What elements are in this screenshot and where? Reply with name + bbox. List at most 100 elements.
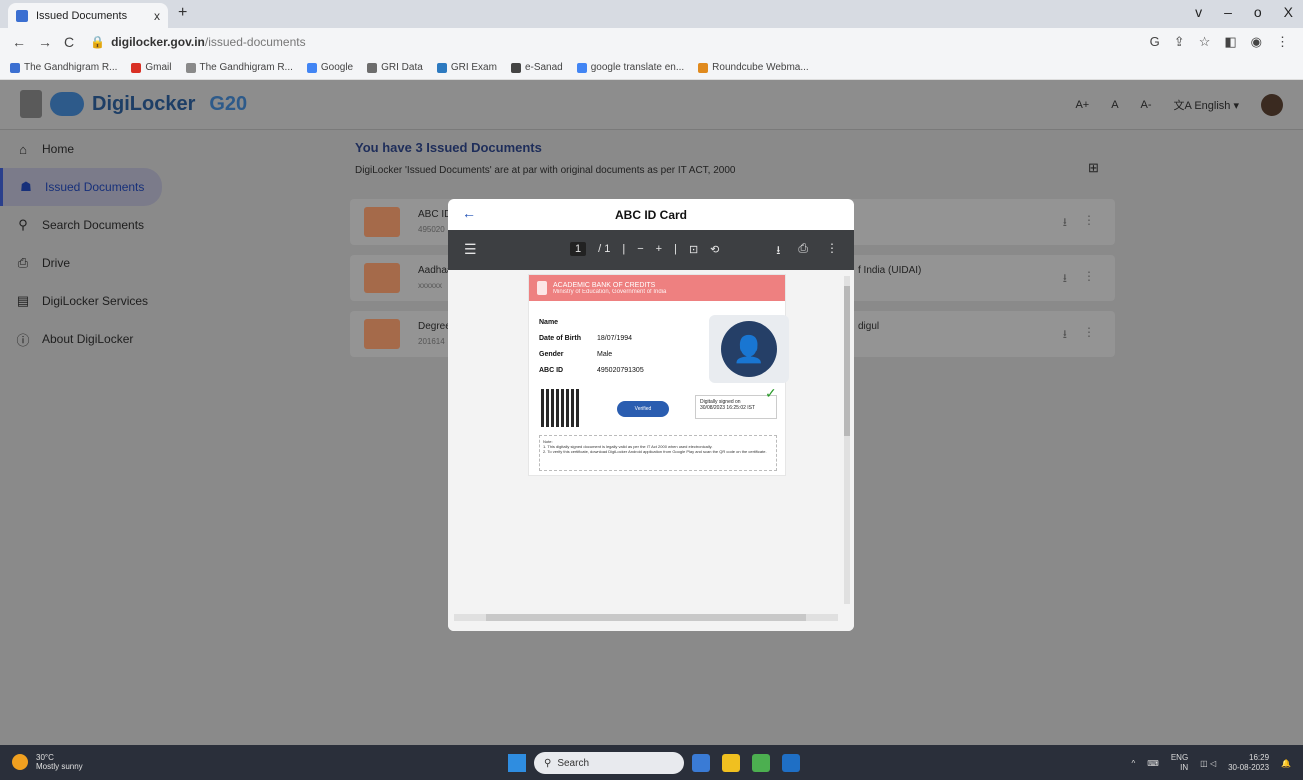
grid-view-icon[interactable]: ⊞ [1088,160,1099,176]
google-translate-icon[interactable]: G [1150,34,1160,50]
main-content: You have 3 Issued Documents DigiLocker '… [355,140,1115,176]
url-path: /issued-documents [204,35,306,49]
browser-actions: G ⇪ ☆ ◧ ◉ ⋮ [1150,34,1289,50]
gender-field: Gender Male [539,351,612,358]
sidepanel-icon[interactable]: ◧ [1224,34,1236,50]
sidebar-item-search-documents[interactable]: ⚲ Search Documents [0,206,170,244]
bookmark-item[interactable]: Google [306,62,353,73]
forward-icon[interactable]: → [38,34,52,50]
sidebar-item-digilocker-services[interactable]: ▤ DigiLocker Services [0,282,170,320]
bookmark-label: Gmail [145,62,172,73]
scroll-thumb[interactable] [844,286,850,436]
sidebar-item-about-digilocker[interactable]: ⓘ About DigiLocker [0,320,170,358]
sidebar-icon: ⚲ [18,217,28,232]
language-selector[interactable]: 文A English ▾ [1174,97,1239,113]
download-icon[interactable]: ⭳ [1063,325,1067,346]
maximize-button[interactable]: o [1254,4,1262,20]
bookmark-item[interactable]: google translate en... [576,62,684,73]
close-window-button[interactable]: X [1284,4,1293,20]
sidebar-item-label: DigiLocker Services [42,294,149,308]
language-indicator[interactable]: ENG IN [1171,753,1188,773]
back-arrow-icon[interactable]: ← [462,205,476,221]
keyboard-icon[interactable]: ⌨ [1147,759,1159,768]
card-org: ACADEMIC BANK OF CREDITS [553,281,656,289]
font-normal-button[interactable]: A [1111,99,1118,111]
download-icon[interactable]: ⭳ [1063,213,1067,234]
bookmark-item[interactable]: The Gandhigram R... [10,62,117,73]
windows-start-icon[interactable] [508,754,526,772]
close-tab-icon[interactable]: x [154,9,160,23]
pdf-viewport[interactable]: ACADEMIC BANK OF CREDITS Ministry of Edu… [448,270,854,631]
sidebar-item-issued-documents[interactable]: ☗ Issued Documents [0,168,162,206]
hamburger-menu-icon[interactable]: ☰ [464,241,477,258]
abc-id-card: ACADEMIC BANK OF CREDITS Ministry of Edu… [528,274,789,476]
star-icon[interactable]: ☆ [1199,34,1211,50]
sidebar-item-drive[interactable]: ⎙ Drive [0,244,170,282]
fit-page-icon[interactable]: ⊡ [689,243,698,256]
kebab-menu-icon[interactable]: ⋮ [1083,269,1095,290]
new-tab-button[interactable]: + [178,4,187,22]
bookmark-icon [131,62,142,73]
sidebar-item-home[interactable]: ⌂ Home [0,130,170,168]
weather-widget[interactable]: 30°C Mostly sunny [12,753,83,771]
bookmark-item[interactable]: e-Sanad [510,62,563,73]
abc-id-label: ABC ID [539,367,564,374]
print-icon[interactable]: ⎙ [798,241,808,262]
back-icon[interactable]: ← [12,34,26,50]
scroll-thumb[interactable] [486,614,806,621]
bookmark-item[interactable]: Roundcube Webma... [698,62,809,73]
verified-label: Verified [634,406,652,412]
sidebar-icon: ⎙ [17,255,29,270]
tab-title: Issued Documents [36,9,128,22]
verified-badge: Verified [617,401,669,417]
horizontal-scrollbar[interactable] [454,614,838,621]
zoom-out-button[interactable]: − [637,243,643,255]
font-increase-button[interactable]: A+ [1075,99,1089,111]
name-label: Name [539,319,559,326]
clock[interactable]: 16:29 30-08-2023 [1228,753,1269,773]
bookmark-item[interactable]: GRI Exam [436,62,497,73]
document-id: 201614 [418,337,445,346]
font-decrease-button[interactable]: A- [1141,99,1152,111]
bookmark-item[interactable]: Gmail [131,62,172,73]
download-icon[interactable]: ⭳ [1063,269,1067,290]
chrome-icon[interactable] [752,754,770,772]
page-number-input[interactable]: 1 [570,242,587,256]
url-host: digilocker.gov.in [111,35,205,49]
more-icon[interactable]: ⋮ [1276,34,1289,50]
url-field[interactable]: 🔒 digilocker.gov.in/issued-documents [90,35,305,49]
bookmark-icon [576,62,587,73]
file-explorer-icon[interactable] [722,754,740,772]
zoom-in-button[interactable]: + [656,243,662,255]
lock-icon: 🔒 [90,35,106,49]
share-icon[interactable]: ⇪ [1174,34,1185,50]
minimize-button[interactable]: – [1224,4,1232,20]
bookmark-icon [185,62,196,73]
digilocker-logo[interactable]: DigiLocker G20 [20,90,247,118]
pdf-tools: ⭳ ⎙ ⋮ [776,241,838,262]
browser-tab[interactable]: Issued Documents x [8,3,168,28]
profile-photo: 👤 [709,315,789,383]
download-icon[interactable]: ⭳ [776,241,780,262]
bookmark-item[interactable]: GRI Data [367,62,423,73]
kebab-menu-icon[interactable]: ⋮ [1083,213,1095,234]
wifi-volume-icon[interactable]: ◫ ◁ [1200,759,1216,768]
kebab-menu-icon[interactable]: ⋮ [1083,325,1095,346]
chevron-up-icon[interactable]: ^ [1132,759,1136,768]
profile-icon[interactable]: ◉ [1251,34,1262,50]
notification-icon[interactable]: 🔔 [1281,759,1291,768]
emblem-icon [537,281,547,295]
abc-id-value: 495020791305 [597,367,644,374]
taskbar-search[interactable]: ⚲ Search [534,752,684,774]
user-avatar[interactable] [1261,94,1283,116]
more-options-icon[interactable]: ⋮ [826,241,838,262]
tab-bar: Issued Documents x + v – o X [0,0,1303,28]
bookmark-item[interactable]: The Gandhigram R... [185,62,293,73]
digilocker-favicon-icon [16,9,28,22]
rotate-icon[interactable]: ⟲ [710,243,719,256]
task-view-icon[interactable] [692,754,710,772]
tab-search-icon[interactable]: v [1195,4,1202,20]
app-icon[interactable] [782,754,800,772]
reload-icon[interactable]: C [64,34,74,50]
vertical-scrollbar[interactable] [844,276,850,604]
